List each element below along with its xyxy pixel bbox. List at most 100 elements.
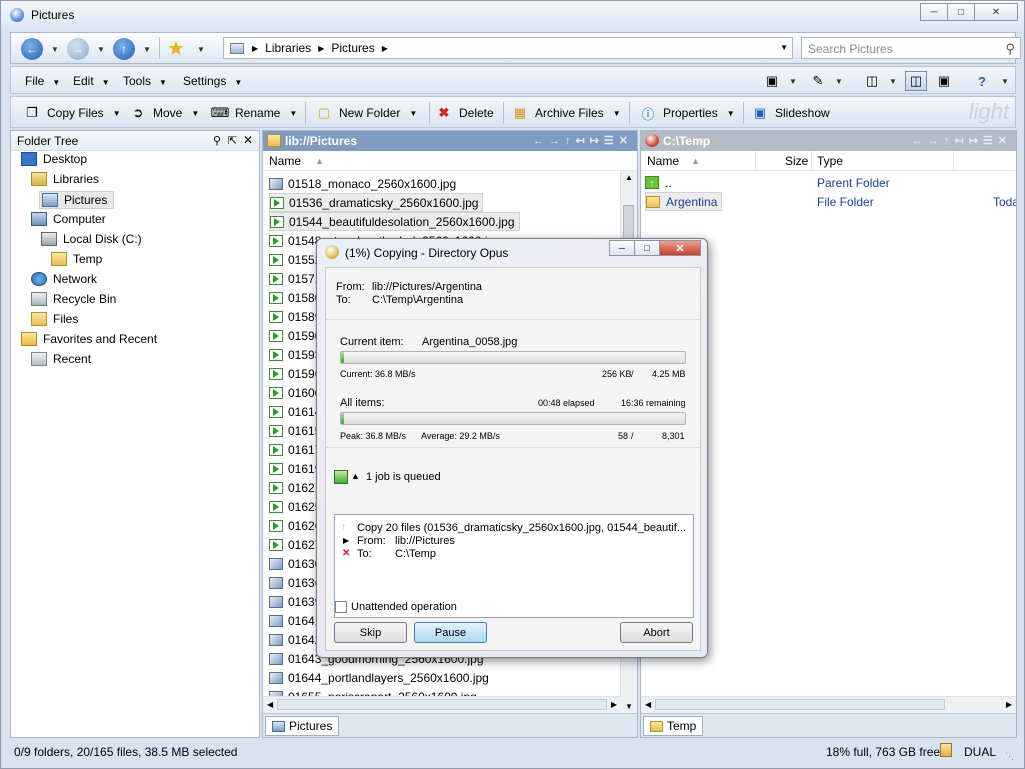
column-name[interactable]: Name [269,154,301,168]
find-icon[interactable]: ⚲ [213,134,221,147]
chevron-down-icon[interactable]: ▼ [889,77,897,86]
dialog-minimize-button[interactable]: ─ [609,240,635,256]
tab-pictures[interactable]: Pictures [265,716,340,736]
selected-image-file-icon [269,348,283,361]
copy-files-button[interactable]: ❐ Copy Files ▼ [23,104,120,122]
lister-nav-icons[interactable]: ←→↑↤↦☰✕ [912,134,1012,147]
menu-file[interactable]: File ▼ [25,74,60,88]
viewer-pane-icon[interactable]: ▣ [933,71,955,91]
favorites-caret-icon[interactable]: ▼ [197,45,205,54]
tree-item-pictures[interactable]: Pictures [39,191,115,209]
archive-files-label: Archive Files [535,106,604,120]
file-row[interactable]: 01536_dramaticsky_2560x1600.jpg [269,193,484,212]
layout-icon[interactable]: ◫ [861,71,883,91]
scroll-right-icon[interactable]: ▶ [1006,700,1012,709]
column-name[interactable]: Name [647,154,679,168]
scroll-right-icon[interactable]: ▶ [611,700,617,709]
tree-item-local-disk[interactable]: Local Disk (C:) [41,232,142,246]
argentina-folder-row[interactable]: Argentina [645,192,723,211]
maximize-button[interactable]: □ [947,3,975,21]
move-button[interactable]: ➲ Move ▼ [129,104,200,122]
search-input[interactable]: Search Pictures ⚲ [801,37,1021,59]
back-button[interactable]: ← [21,38,43,60]
rename-button[interactable]: ⌨ Rename ▼ [211,104,298,122]
dual-mode-indicator[interactable]: DUAL [964,745,996,759]
view-mode-icon[interactable]: ▣ [761,71,783,91]
menu-settings[interactable]: Settings ▼ [183,74,242,88]
menu-tools[interactable]: Tools ▼ [123,74,167,88]
favorites-star-icon[interactable]: ★ [167,36,185,61]
left-tab-bar: Pictures [263,713,637,737]
breadcrumb-chevron-icon[interactable]: ▶ [318,44,324,53]
breadcrumb-pictures[interactable]: Pictures [331,41,374,55]
help-icon[interactable]: ? [971,71,993,91]
queue-expand-icon[interactable]: ▲ [351,471,360,481]
forward-button[interactable]: → [67,38,89,60]
chevron-down-icon[interactable]: ▼ [789,77,797,86]
delete-button[interactable]: ✖ Delete [435,104,494,122]
close-button[interactable]: ✕ [974,3,1018,21]
lock-icon[interactable] [940,743,952,757]
file-row[interactable]: 01644_portlandlayers_2560x1600.jpg [269,668,493,687]
scroll-up-icon[interactable]: ▲ [625,173,633,182]
tree-item-computer[interactable]: Computer [31,212,106,226]
pause-button[interactable]: Pause [414,622,487,643]
menu-edit[interactable]: Edit ▼ [73,74,110,88]
file-row[interactable]: 01544_beautifuldesolation_2560x1600.jpg [269,212,520,231]
scroll-left-icon[interactable]: ◀ [267,700,273,709]
slideshow-button[interactable]: ▣ Slideshow [751,104,830,122]
address-bar[interactable]: ▶ Libraries ▶ Pictures ▶ ▼ [223,37,793,59]
dialog-close-button[interactable]: ✕ [659,240,701,256]
forward-history-caret-icon[interactable]: ▼ [97,45,105,54]
chevron-down-icon[interactable]: ▼ [1001,77,1009,86]
file-row[interactable]: 01518_monaco_2560x1600.jpg [269,174,460,193]
chevron-down-icon: ▼ [409,108,418,118]
scroll-down-icon[interactable]: ▼ [625,702,633,711]
address-dropdown-icon[interactable]: ▼ [780,43,788,52]
skip-button[interactable]: Skip [334,622,407,643]
up-caret-icon[interactable]: ▼ [143,45,151,54]
search-icon[interactable]: ⚲ [1005,41,1015,57]
archive-files-button[interactable]: ▦ Archive Files ▼ [511,104,621,122]
tab-temp[interactable]: Temp [643,716,704,736]
dialog-maximize-button[interactable]: □ [634,240,660,256]
tree-item-libraries[interactable]: Libraries [31,172,99,186]
chevron-down-icon[interactable]: ▼ [835,77,843,86]
job-arrow-icon: ↑ [341,522,346,533]
close-icon[interactable]: ✕ [243,133,253,147]
left-horizontal-scrollbar[interactable]: ◀ ▶ [263,696,621,713]
tree-item-temp[interactable]: Temp [51,252,102,266]
parent-folder-row[interactable]: ↑ .. [645,173,765,192]
lister-nav-icons[interactable]: ←→↑↤↦☰✕ [533,134,633,147]
tree-item-recycle-bin[interactable]: Recycle Bin [31,292,116,306]
edit-pencil-icon[interactable]: ✎ [807,71,829,91]
unattended-checkbox[interactable] [335,601,347,613]
queued-job[interactable]: Copy 20 files (01536_dramaticsky_2560x16… [357,522,686,534]
scroll-left-icon[interactable]: ◀ [645,700,651,709]
scroll-thumb[interactable] [277,699,607,710]
back-history-caret-icon[interactable]: ▼ [51,45,59,54]
tree-item-desktop[interactable]: Desktop [21,152,87,166]
right-horizontal-scrollbar[interactable]: ◀ ▶ [641,696,1016,713]
new-folder-icon: ▢ [317,105,331,120]
dual-pane-icon[interactable]: ◫ [905,71,927,91]
chevron-down-icon: ▼ [191,108,200,118]
column-type[interactable]: Type [817,154,843,168]
breadcrumb-libraries[interactable]: Libraries [265,41,311,55]
abort-button[interactable]: Abort [620,622,693,643]
up-button[interactable]: ↑ [113,38,135,60]
column-size[interactable]: Size [785,154,808,168]
breadcrumb-chevron-icon[interactable]: ▶ [382,44,388,53]
breadcrumb-chevron-icon[interactable]: ▶ [252,44,258,53]
pin-icon[interactable]: ⇱ [228,134,237,147]
left-column-header: Name ▲ [263,151,637,171]
tree-item-network[interactable]: Network [31,272,97,286]
tree-item-recent[interactable]: Recent [31,352,91,366]
minimize-button[interactable]: ─ [920,3,948,21]
properties-button[interactable]: ⓘ Properties ▼ [639,104,734,122]
resize-grip-icon[interactable]: ⋱ [1005,751,1014,762]
scroll-thumb[interactable] [655,699,945,710]
tree-item-files[interactable]: Files [31,312,78,326]
tree-item-favorites[interactable]: Favorites and Recent [21,332,157,346]
new-folder-button[interactable]: ▢ New Folder ▼ [315,104,417,122]
